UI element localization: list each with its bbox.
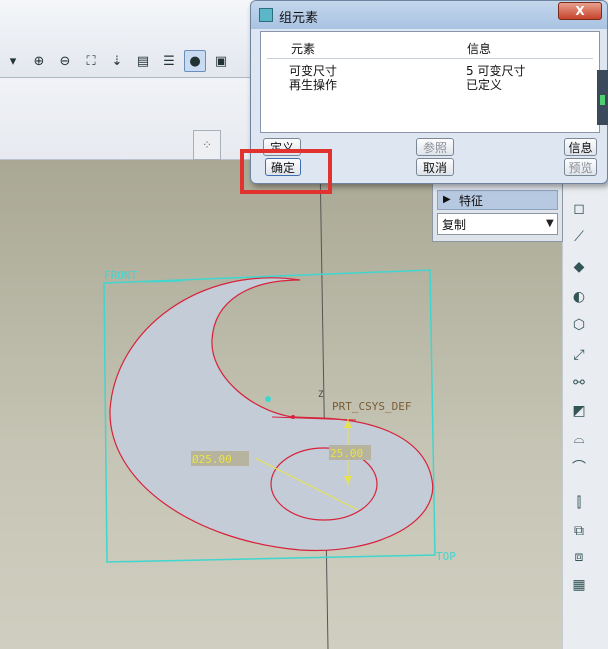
column-header-info: 信息: [467, 42, 492, 56]
extrude-icon[interactable]: ◆: [568, 256, 590, 278]
shell-icon[interactable]: ⌓: [568, 428, 590, 450]
highlight-box: [240, 149, 332, 194]
csys-label: PRT_CSYS_DEF: [332, 400, 411, 413]
row-info: 已定义: [466, 78, 503, 92]
revolve-icon[interactable]: ◐: [568, 286, 590, 308]
features-header[interactable]: [437, 190, 558, 210]
datum-plane-icon[interactable]: ◻: [568, 198, 590, 220]
info-button[interactable]: 信息: [564, 138, 597, 156]
top-label: TOP: [436, 550, 456, 563]
table-row[interactable]: 可变尺寸 5 可变尺寸: [261, 62, 599, 78]
table-row[interactable]: 再生操作 已定义: [261, 76, 599, 92]
sketch-profile: [109, 277, 434, 552]
front-label: FRONT: [104, 269, 137, 282]
close-button[interactable]: X: [558, 2, 602, 20]
pattern-icon[interactable]: ⧈: [568, 546, 590, 568]
grid-icon[interactable]: ▦: [568, 574, 590, 596]
datum-axis-icon[interactable]: ⟋: [568, 226, 590, 248]
chevron-down-icon[interactable]: ▼: [546, 218, 554, 229]
rib-icon[interactable]: ⚯: [568, 372, 590, 394]
merge-icon[interactable]: ⧉: [568, 520, 590, 542]
csys-point: [291, 415, 295, 419]
header-divider: [267, 58, 593, 59]
expand-arrow-icon: ▶: [443, 194, 451, 205]
csys-z-label: Z: [318, 390, 324, 400]
datum-axis-line: [319, 159, 329, 649]
draft-icon[interactable]: ⌒: [568, 456, 590, 478]
cancel-button[interactable]: 取消: [416, 158, 454, 176]
reference-button[interactable]: 参照: [416, 138, 454, 156]
row-element: 再生操作: [289, 78, 338, 92]
feature-select-value: 复制: [442, 218, 467, 232]
diameter-dimension[interactable]: Ø25.00: [192, 453, 232, 466]
linear-dimension[interactable]: 25.00: [330, 447, 363, 460]
preview-button[interactable]: 预览: [564, 158, 597, 176]
dialog-app-icon: [259, 8, 273, 22]
elements-table: 元素 信息 可变尺寸 5 可变尺寸 再生操作 已定义: [260, 31, 600, 133]
sweep-icon[interactable]: ⬡: [568, 314, 590, 336]
features-header-label: 特征: [459, 194, 484, 208]
mirror-icon[interactable]: ⫿: [568, 492, 590, 514]
hole-icon[interactable]: ⤢: [568, 344, 590, 366]
column-header-element: 元素: [291, 42, 316, 56]
dialog-side-gadget: [597, 70, 608, 125]
round-icon[interactable]: ◩: [568, 400, 590, 422]
dialog-title: 组元素: [279, 11, 319, 26]
datum-point: [265, 396, 271, 402]
